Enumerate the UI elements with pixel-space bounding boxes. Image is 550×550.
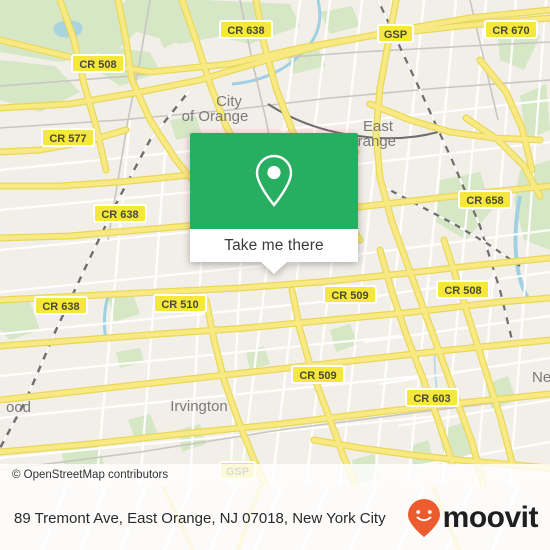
route-shield: CR 638 [34,296,88,315]
svg-text:CR 508: CR 508 [79,59,116,71]
route-shield: CR 603 [405,388,459,407]
moovit-smiley-pin-icon [407,499,440,537]
svg-text:CR 638: CR 638 [42,301,79,313]
footer-content: 89 Tremont Ave, East Orange, NJ 07018, N… [0,486,550,550]
svg-text:CR 658: CR 658 [466,195,503,207]
svg-text:GSP: GSP [384,29,407,41]
svg-text:CR 638: CR 638 [227,25,264,37]
route-shield: CR 508 [71,54,125,73]
svg-text:CR 509: CR 509 [331,290,368,302]
popup-header [190,133,358,229]
svg-text:CR 510: CR 510 [161,299,198,311]
address-label: 89 Tremont Ave, East Orange, NJ 07018, N… [14,509,386,527]
moovit-map-screen: City of Orange East Orange Irvington ood… [0,0,550,550]
route-shield: CR 509 [323,285,377,304]
svg-text:CR 509: CR 509 [299,370,336,382]
route-shield: CR 509 [291,365,345,384]
route-shield: CR 658 [458,190,512,209]
svg-text:CR 508: CR 508 [444,285,481,297]
moovit-logo: moovit [407,498,539,538]
place-label: of Orange [182,108,249,125]
place-label: Irvington [170,398,228,415]
osm-attribution: © OpenStreetMap contributors [0,464,550,486]
destination-popup[interactable]: Take me there [190,133,358,274]
route-shield: CR 508 [436,280,490,299]
svg-text:CR 577: CR 577 [49,133,86,145]
svg-text:CR 670: CR 670 [492,25,529,37]
route-shield: GSP [377,24,414,43]
route-shield: CR 670 [484,20,538,39]
take-me-there-button[interactable]: Take me there [190,229,358,262]
svg-text:CR 603: CR 603 [413,393,450,405]
map-pin-icon [255,154,293,207]
moovit-wordmark: moovit [442,501,539,534]
place-label: Ne [532,369,550,386]
route-shield: CR 638 [219,20,273,39]
route-shield: CR 577 [41,128,95,147]
route-shield: CR 510 [153,294,207,313]
place-label: ood [6,399,31,416]
popup-body: Take me there [190,133,358,262]
route-shield: CR 638 [93,204,147,223]
footer-bar: 89 Tremont Ave, East Orange, NJ 07018, N… [0,486,550,550]
svg-text:CR 638: CR 638 [101,209,138,221]
popup-pointer [261,262,287,274]
